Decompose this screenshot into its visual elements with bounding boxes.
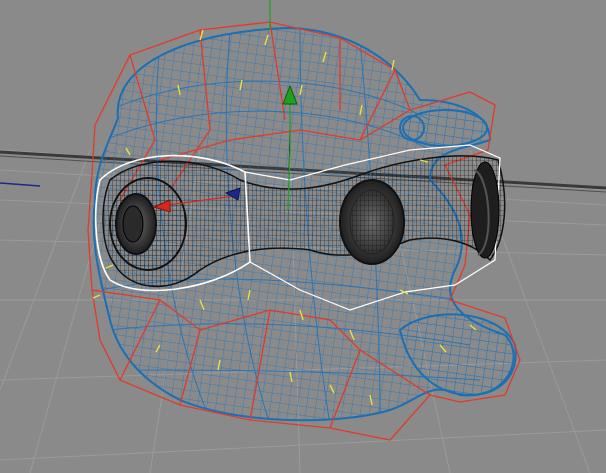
viewport-canvas[interactable]	[0, 0, 606, 473]
z-axis-line	[0, 182, 41, 187]
nose-mesh[interactable]	[402, 109, 488, 147]
3d-viewport[interactable]	[0, 0, 606, 473]
